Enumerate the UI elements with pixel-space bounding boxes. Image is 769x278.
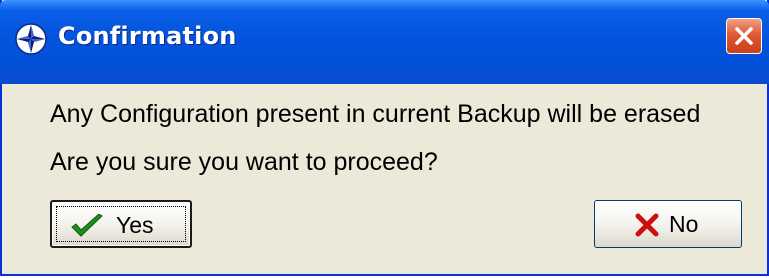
compass-icon	[14, 22, 48, 56]
checkmark-icon	[70, 213, 104, 244]
confirmation-dialog: Confirmation Any Configuration present i…	[0, 0, 769, 276]
close-button[interactable]	[726, 18, 762, 54]
message-line-1: Any Configuration present in current Bac…	[50, 100, 701, 128]
yes-label: Yes	[116, 212, 154, 238]
yes-button[interactable]: Yes	[50, 200, 192, 248]
no-button[interactable]: No	[594, 200, 742, 248]
title-bar[interactable]: Confirmation	[0, 0, 769, 84]
dialog-title: Confirmation	[58, 22, 237, 50]
close-icon	[735, 27, 753, 45]
message-line-2: Are you sure you want to proceed?	[50, 148, 438, 176]
x-mark-icon	[635, 213, 659, 243]
no-label: No	[669, 211, 699, 237]
